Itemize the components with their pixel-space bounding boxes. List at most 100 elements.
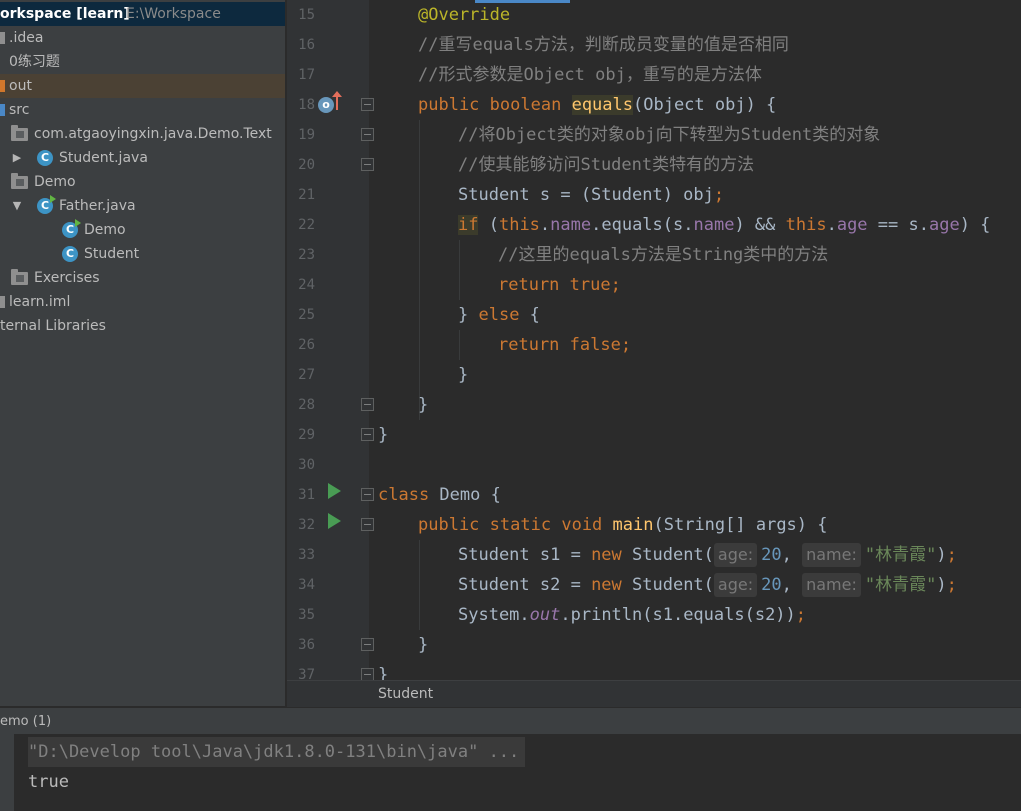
code-line-18: public boolean equals(Object obj) { — [418, 95, 777, 115]
line-number: 24 — [298, 277, 315, 293]
tree-item-external-libraries[interactable]: ternal Libraries — [0, 314, 285, 338]
tree-item-label: Student.java — [59, 150, 148, 166]
breadcrumb-item[interactable]: Student — [378, 686, 433, 702]
line-number: 37 — [298, 667, 315, 680]
line-number: 31 — [298, 487, 315, 503]
line-number: 23 — [298, 247, 315, 263]
console-gutter — [0, 734, 14, 811]
code-line-32: public static void main(String[] args) { — [418, 515, 828, 535]
line-number: 16 — [298, 37, 315, 53]
code-editor[interactable]: 15 16 17 18 19 20 21 22 23 24 25 26 27 2… — [287, 0, 1021, 680]
tree-item-label: 0练习题 — [9, 54, 60, 70]
package-icon — [11, 269, 28, 285]
run-tab-title[interactable]: emo (1) — [0, 714, 51, 729]
line-number: 35 — [298, 607, 315, 623]
source-folder-icon — [0, 104, 5, 116]
tree-item-exercises[interactable]: Exercises — [0, 266, 285, 290]
arrow-up-icon[interactable] — [332, 91, 342, 110]
code-line-31: class Demo { — [378, 485, 501, 505]
overrides-method-icon[interactable]: o — [318, 97, 334, 113]
tree-item-out[interactable]: out — [0, 74, 285, 98]
runnable-class-icon: C — [37, 195, 56, 214]
line-number: 19 — [298, 127, 315, 143]
line-number: 32 — [298, 517, 315, 533]
runnable-class-icon: C — [62, 219, 81, 238]
fold-marker-icon[interactable] — [361, 158, 374, 171]
breadcrumb: Student — [287, 680, 1021, 707]
run-gutter-icon[interactable] — [328, 513, 341, 529]
chevron-down-icon[interactable]: ▼ — [10, 194, 24, 218]
fold-marker-icon[interactable] — [361, 488, 374, 501]
package-icon — [11, 173, 28, 189]
tree-item-student-java[interactable]: ▶ C Student.java — [0, 146, 285, 170]
line-number: 28 — [298, 397, 315, 413]
code-line-28: } — [418, 395, 429, 415]
fold-marker-icon[interactable] — [361, 98, 374, 111]
tree-item-idea[interactable]: .idea — [0, 26, 285, 50]
tree-item-demo-class[interactable]: C Demo — [0, 218, 285, 242]
tree-item-label: Demo — [34, 174, 76, 190]
tree-item-src[interactable]: src — [0, 98, 285, 122]
code-line-27: } — [458, 365, 469, 385]
tree-item-student-class[interactable]: C Student — [0, 242, 285, 266]
project-tool-window: orkspace [learn] E:\Workspace .idea 0练习题… — [0, 0, 286, 706]
fold-marker-icon[interactable] — [361, 638, 374, 651]
code-line-36: } — [418, 635, 429, 655]
method-name[interactable]: equals — [571, 95, 633, 115]
class-icon: C — [62, 246, 78, 262]
tree-item-label: Exercises — [34, 270, 100, 286]
code-line-25: } else { — [458, 305, 540, 325]
param-hint: age: — [713, 573, 758, 597]
console-output-line: true — [28, 772, 69, 792]
code-line-34: Student s2 = new Student(age: 20, name: "林… — [458, 573, 957, 597]
fold-marker-icon[interactable] — [361, 518, 374, 531]
param-hint: name: — [802, 573, 861, 597]
tree-item-label: com.atgaoyingxin.java.Demo.Text — [34, 126, 272, 142]
line-number: 27 — [298, 367, 315, 383]
folder-icon — [0, 32, 5, 44]
console-command-line[interactable]: "D:\Develop tool\Java\jdk1.8.0-131\bin\j… — [28, 737, 526, 767]
code-line-17: //形式参数是Object obj，重写的是方法体 — [418, 65, 762, 85]
line-number: 21 — [298, 187, 315, 203]
chevron-right-icon[interactable]: ▶ — [10, 146, 24, 170]
code-line-22: if (this.name.equals(s.name) && this.age… — [458, 215, 991, 235]
tree-item-package[interactable]: com.atgaoyingxin.java.Demo.Text — [0, 122, 285, 146]
line-number: 29 — [298, 427, 315, 443]
tree-root-path: E:\Workspace — [126, 6, 221, 22]
fold-marker-icon[interactable] — [361, 128, 374, 141]
tree-item-exercises-cn[interactable]: 0练习题 — [0, 50, 285, 74]
param-hint: name: — [802, 543, 861, 567]
excluded-folder-icon — [0, 80, 5, 92]
line-number: 18 — [298, 97, 315, 113]
run-gutter-icon[interactable] — [328, 483, 341, 499]
line-number: 17 — [298, 67, 315, 83]
code-line-16: //重写equals方法，判断成员变量的值是否相同 — [418, 35, 789, 55]
tree-item-learn-iml[interactable]: learn.iml — [0, 290, 285, 314]
code-line-19: //将Object类的对象obj向下转型为Student类的对象 — [458, 125, 881, 145]
package-icon — [11, 125, 28, 141]
tree-item-label: Father.java — [59, 198, 136, 214]
code-line-37: } — [378, 665, 389, 680]
tree-root-label: orkspace [learn] — [0, 6, 130, 22]
fold-marker-icon[interactable] — [361, 668, 374, 680]
code-line-23: //这里的equals方法是String类中的方法 — [498, 245, 829, 265]
code-line-21: Student s = (Student) obj; — [458, 185, 725, 205]
code-line-20: //使其能够访问Student类特有的方法 — [458, 155, 755, 175]
line-number: 30 — [298, 457, 315, 473]
param-hint: age: — [713, 543, 758, 567]
fold-marker-icon[interactable] — [361, 428, 374, 441]
line-number: 20 — [298, 157, 315, 173]
code-line-26: return false; — [498, 335, 632, 355]
tree-root-workspace[interactable]: orkspace [learn] E:\Workspace — [0, 2, 285, 26]
run-console[interactable]: "D:\Develop tool\Java\jdk1.8.0-131\bin\j… — [0, 734, 1021, 811]
file-icon — [0, 296, 5, 308]
tree-item-father-java[interactable]: ▼ C Father.java — [0, 194, 285, 218]
class-icon: C — [37, 150, 53, 166]
run-tool-window-header: emo (1) — [0, 707, 1021, 734]
tree-item-label: learn.iml — [9, 294, 71, 310]
tree-item-demo-package[interactable]: Demo — [0, 170, 285, 194]
line-number: 34 — [298, 577, 315, 593]
editor-gutter: 15 16 17 18 19 20 21 22 23 24 25 26 27 2… — [287, 0, 374, 680]
fold-marker-icon[interactable] — [361, 398, 374, 411]
code-line-24: return true; — [498, 275, 621, 295]
